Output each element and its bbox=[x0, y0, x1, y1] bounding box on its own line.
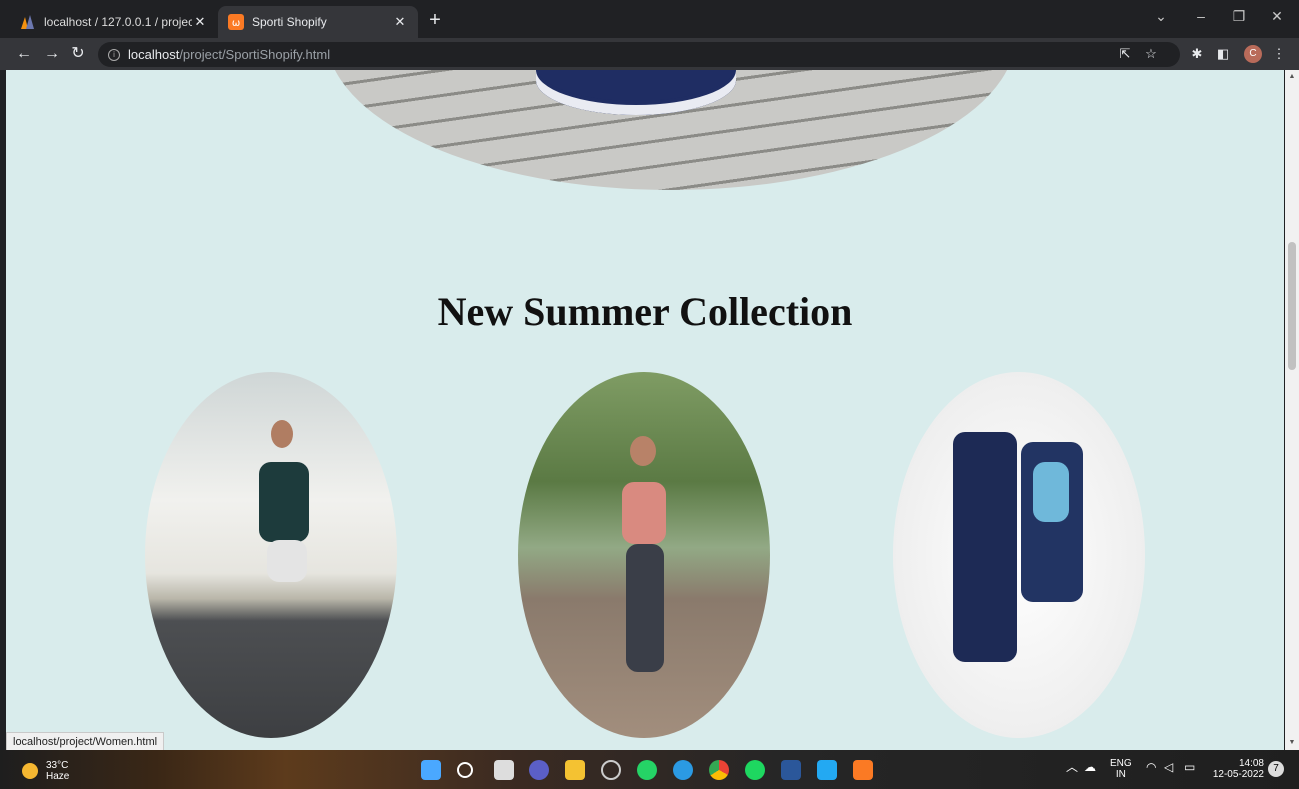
bookmark-star-icon[interactable]: ☆ bbox=[1142, 46, 1160, 62]
address-bar[interactable]: i localhost /project/SportiShopify.html bbox=[98, 42, 1180, 67]
men-collection-image[interactable] bbox=[145, 372, 397, 738]
onedrive-icon[interactable]: ☁ bbox=[1084, 761, 1096, 773]
extensions-icon[interactable]: ✱ bbox=[1188, 46, 1206, 62]
weather-condition: Haze bbox=[46, 771, 70, 782]
close-tab-icon[interactable]: ✕ bbox=[392, 14, 408, 30]
tab-strip: localhost / 127.0.0.1 / project / fe ✕ ω… bbox=[0, 0, 1299, 38]
tab-title: localhost / 127.0.0.1 / project / fe bbox=[44, 15, 192, 29]
new-tab-button[interactable]: + bbox=[424, 10, 446, 32]
edge-icon[interactable] bbox=[673, 760, 693, 780]
openai-icon[interactable] bbox=[601, 760, 621, 780]
url-host: localhost bbox=[128, 47, 180, 62]
tab-title: Sporti Shopify bbox=[252, 15, 327, 29]
close-window-icon[interactable]: ✕ bbox=[1262, 8, 1292, 25]
menu-icon[interactable]: ⋮ bbox=[1270, 46, 1288, 62]
share-icon[interactable]: ⇱ bbox=[1116, 46, 1134, 62]
task-view-icon[interactable] bbox=[494, 760, 514, 780]
taskbar: 33°C Haze ︿ ☁ ENG IN ◠ ◁ ▭ 14:08 12-05-2… bbox=[0, 750, 1299, 789]
scroll-down-icon[interactable]: ▼ bbox=[1285, 736, 1299, 750]
svg-text:ω: ω bbox=[232, 18, 240, 29]
profile-avatar[interactable]: C bbox=[1244, 45, 1262, 63]
back-icon[interactable]: ← bbox=[14, 44, 34, 64]
restore-icon[interactable]: ❐ bbox=[1224, 8, 1254, 25]
xampp-icon: ω bbox=[228, 14, 244, 30]
whatsapp-icon[interactable] bbox=[637, 760, 657, 780]
woman-top bbox=[622, 482, 666, 544]
tab-search-icon[interactable]: ⌄ bbox=[1146, 8, 1176, 25]
link-status-bar: localhost/project/Women.html bbox=[6, 732, 165, 752]
runner-head bbox=[271, 420, 293, 448]
tab-phpmyadmin[interactable]: localhost / 127.0.0.1 / project / fe ✕ bbox=[10, 6, 218, 38]
url-path: /project/SportiShopify.html bbox=[179, 47, 331, 62]
phpmyadmin-icon bbox=[21, 15, 34, 29]
file-explorer-icon[interactable] bbox=[565, 760, 585, 780]
notification-badge[interactable]: 7 bbox=[1268, 761, 1284, 777]
hero-image bbox=[326, 70, 1016, 190]
xampp-taskbar-icon[interactable] bbox=[853, 760, 873, 780]
boy-outfit bbox=[953, 432, 1017, 662]
reload-icon[interactable]: ↻ bbox=[68, 44, 88, 64]
search-icon[interactable] bbox=[457, 762, 473, 778]
word-icon[interactable] bbox=[781, 760, 801, 780]
runner-shorts bbox=[267, 540, 307, 582]
close-tab-icon[interactable]: ✕ bbox=[192, 14, 208, 30]
page-scrollbar[interactable]: ▲ ▼ bbox=[1285, 70, 1299, 750]
time: 14:08 bbox=[1238, 758, 1264, 769]
browser-toolbar: ← → ↻ i localhost /project/SportiShopify… bbox=[0, 38, 1299, 70]
woman-head bbox=[630, 436, 656, 466]
info-icon[interactable]: i bbox=[108, 48, 120, 61]
wifi-icon[interactable]: ◠ bbox=[1146, 761, 1156, 773]
shoe-image bbox=[536, 70, 736, 115]
runner-shirt bbox=[259, 462, 309, 542]
tab-sporti-shopify[interactable]: ω Sporti Shopify ✕ bbox=[218, 6, 418, 38]
spotify-icon[interactable] bbox=[745, 760, 765, 780]
windows-start-icon[interactable] bbox=[421, 760, 441, 780]
kids-collection-image[interactable] bbox=[893, 372, 1145, 738]
language: ENG bbox=[1110, 758, 1132, 769]
section-title: New Summer Collection bbox=[437, 289, 853, 334]
region: IN bbox=[1115, 769, 1126, 780]
scroll-up-icon[interactable]: ▲ bbox=[1285, 70, 1299, 84]
girl-top bbox=[1033, 462, 1069, 522]
tray-overflow-icon[interactable]: ︿ bbox=[1066, 761, 1078, 773]
battery-icon[interactable]: ▭ bbox=[1184, 761, 1195, 773]
chrome-icon[interactable] bbox=[709, 760, 729, 780]
woman-leggings bbox=[626, 544, 664, 672]
temperature: 33°C bbox=[46, 760, 69, 771]
vscode-icon[interactable] bbox=[817, 760, 837, 780]
clock[interactable]: 14:08 12-05-2022 bbox=[1208, 758, 1264, 780]
page-viewport: New Summer Collection bbox=[6, 70, 1284, 750]
side-panel-icon[interactable]: ◧ bbox=[1214, 46, 1232, 62]
weather-widget[interactable]: 33°C Haze bbox=[22, 760, 69, 782]
minimize-icon[interactable]: – bbox=[1186, 8, 1216, 24]
language-indicator[interactable]: ENG IN bbox=[1110, 758, 1132, 780]
forward-icon[interactable]: → bbox=[42, 44, 62, 64]
scrollbar-thumb[interactable] bbox=[1288, 242, 1296, 370]
volume-icon[interactable]: ◁ bbox=[1164, 761, 1173, 773]
women-collection-image[interactable] bbox=[518, 372, 770, 738]
sun-icon bbox=[22, 763, 38, 779]
teams-chat-icon[interactable] bbox=[529, 760, 549, 780]
date: 12-05-2022 bbox=[1212, 769, 1264, 780]
